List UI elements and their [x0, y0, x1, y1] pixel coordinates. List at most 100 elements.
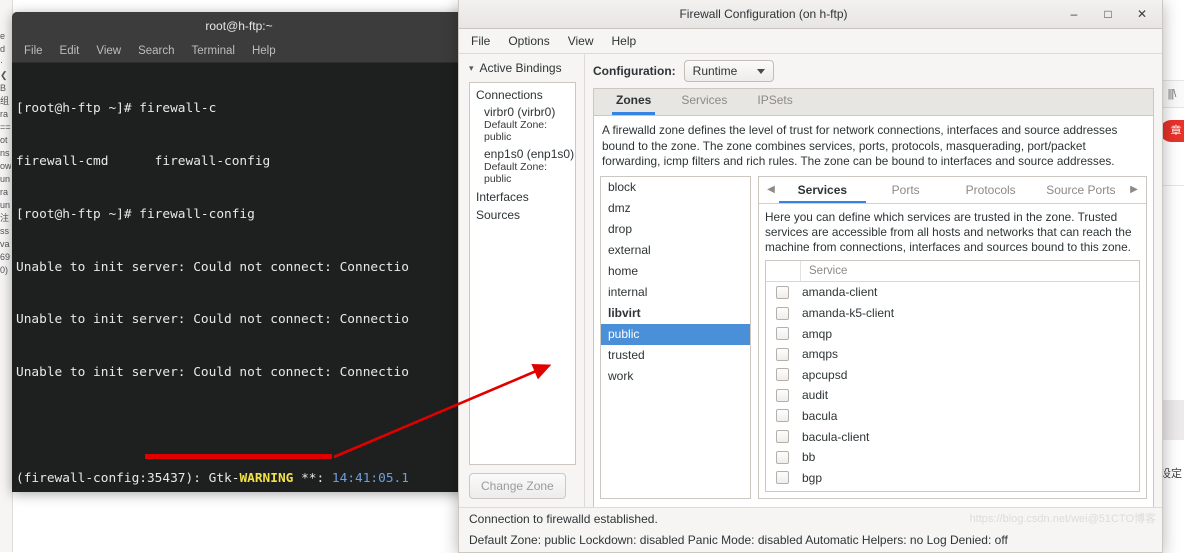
watermark: https://blog.csdn.net/wei@51CTO博客: [969, 513, 1156, 525]
service-row[interactable]: bacula: [766, 406, 1139, 427]
service-name: bacula: [802, 408, 838, 423]
service-row[interactable]: amanda-client: [766, 282, 1139, 303]
service-checkbox[interactable]: [776, 285, 789, 299]
zone-list-item[interactable]: home: [601, 261, 750, 282]
services-table[interactable]: Service amanda-client amanda-k5-client amq…: [765, 260, 1140, 492]
service-checkbox[interactable]: [776, 347, 789, 361]
tree-connection-name[interactable]: virbr0 (virbr0): [470, 104, 575, 119]
firewall-titlebar: Firewall Configuration (on h-ftp) – □ ✕: [459, 0, 1162, 29]
firewall-configuration-window[interactable]: Firewall Configuration (on h-ftp) – □ ✕ …: [458, 0, 1163, 553]
close-icon[interactable]: ✕: [1136, 7, 1148, 21]
zone-list-item[interactable]: internal: [601, 282, 750, 303]
terminal-output[interactable]: [root@h-ftp ~]# firewall-c firewall-cmd …: [12, 63, 466, 492]
terminal-menu-terminal[interactable]: Terminal: [192, 45, 235, 57]
terminal-menubar[interactable]: File Edit View Search Terminal Help: [12, 40, 466, 63]
sub-tabs[interactable]: Services Ports Protocols Source Ports: [779, 177, 1126, 203]
terminal-title: root@h-ftp:~: [205, 19, 273, 33]
terminal-line: Unable to init server: Could not connect…: [16, 365, 409, 381]
bindings-tree[interactable]: Connections virbr0 (virbr0) Default Zone…: [469, 82, 576, 465]
service-row[interactable]: bb: [766, 447, 1139, 468]
menu-view[interactable]: View: [568, 34, 594, 48]
background-text-fragment: B: [0, 83, 7, 93]
service-row[interactable]: amqps: [766, 344, 1139, 365]
tab-ipsets[interactable]: IPSets: [753, 89, 796, 115]
firewall-menubar[interactable]: File Options View Help: [459, 29, 1162, 54]
zone-list-item[interactable]: work: [601, 366, 750, 387]
service-checkbox[interactable]: [776, 306, 789, 320]
terminal-menu-help[interactable]: Help: [252, 45, 276, 57]
service-row[interactable]: apcupsd: [766, 364, 1139, 385]
zone-list-item[interactable]: block: [601, 177, 750, 198]
background-text-fragment: 69: [0, 252, 11, 262]
service-row[interactable]: amqp: [766, 323, 1139, 344]
subtab-ports[interactable]: Ports: [866, 177, 946, 203]
service-checkbox[interactable]: [776, 388, 789, 402]
zone-detail-notebook: ◀ Services Ports Protocols Source Ports …: [758, 175, 1147, 499]
active-bindings-toggle[interactable]: ▾ Active Bindings: [459, 54, 584, 82]
zone-list[interactable]: block dmz drop external home internal libvirt p…: [600, 175, 751, 499]
terminal-line: Unable to init server: Could not connect…: [16, 312, 409, 328]
service-row[interactable]: audit: [766, 385, 1139, 406]
background-text-fragment: 0): [0, 265, 9, 275]
service-checkbox[interactable]: [776, 430, 789, 444]
background-text-fragment: ow: [0, 161, 11, 171]
terminal-menu-view[interactable]: View: [96, 45, 121, 57]
main-tab-bar[interactable]: Zones Services IPSets: [594, 89, 1153, 116]
service-row[interactable]: bgp: [766, 467, 1139, 488]
firewall-statusbar: Connection to firewalld established. Def…: [459, 507, 1162, 552]
zone-list-item[interactable]: dmz: [601, 198, 750, 219]
window-controls[interactable]: – □ ✕: [1068, 7, 1162, 21]
menu-help[interactable]: Help: [612, 34, 637, 48]
subtab-protocols[interactable]: Protocols: [946, 177, 1036, 203]
services-rows[interactable]: amanda-client amanda-k5-client amqp amqps ap…: [766, 282, 1139, 491]
zone-list-item[interactable]: drop: [601, 219, 750, 240]
background-text-fragment: un: [0, 174, 11, 184]
background-text-fragment: ra: [0, 187, 9, 197]
minimize-icon[interactable]: –: [1068, 7, 1080, 21]
menu-file[interactable]: File: [471, 34, 490, 48]
scroll-right-icon[interactable]: ▶: [1126, 184, 1142, 195]
terminal-window[interactable]: root@h-ftp:~ File Edit View Search Termi…: [12, 12, 466, 492]
terminal-menu-file[interactable]: File: [24, 45, 43, 57]
maximize-icon[interactable]: □: [1102, 7, 1114, 21]
change-zone-row: Change Zone: [459, 465, 584, 507]
service-checkbox[interactable]: [776, 327, 789, 341]
service-row[interactable]: bacula-client: [766, 426, 1139, 447]
services-table-header: Service: [766, 261, 1139, 283]
firewall-main-area: ▾ Active Bindings Connections virbr0 (vi…: [459, 54, 1162, 507]
sub-tab-bar[interactable]: ◀ Services Ports Protocols Source Ports …: [759, 176, 1146, 204]
firewall-window-title: Firewall Configuration (on h-ftp): [679, 7, 848, 21]
warning-prefix: (firewall-config:35437): Gtk-: [16, 470, 240, 486]
background-text-fragment: ns: [0, 148, 10, 158]
tab-services[interactable]: Services: [677, 89, 731, 115]
warning-mid: **:: [293, 470, 332, 486]
tree-connection-name[interactable]: enp1s0 (enp1s0): [470, 146, 575, 161]
scroll-left-icon[interactable]: ◀: [763, 184, 779, 195]
tree-node-interfaces[interactable]: Interfaces: [470, 188, 575, 206]
service-checkbox[interactable]: [776, 409, 789, 423]
zone-list-item[interactable]: trusted: [601, 345, 750, 366]
change-zone-button[interactable]: Change Zone: [469, 473, 566, 499]
menu-options[interactable]: Options: [508, 34, 549, 48]
service-name: bgp: [802, 470, 823, 485]
terminal-menu-edit[interactable]: Edit: [60, 45, 80, 57]
terminal-menu-search[interactable]: Search: [138, 45, 174, 57]
background-text-fragment: ==: [0, 122, 11, 132]
tab-zones[interactable]: Zones: [612, 89, 656, 115]
tree-node-connections[interactable]: Connections: [470, 86, 575, 104]
service-row[interactable]: amanda-k5-client: [766, 303, 1139, 324]
chevron-down-icon: [757, 68, 766, 74]
zone-list-item[interactable]: public: [601, 323, 750, 345]
zone-list-item[interactable]: external: [601, 240, 750, 261]
service-checkbox[interactable]: [776, 471, 789, 485]
tree-node-sources[interactable]: Sources: [470, 206, 575, 224]
zone-list-item[interactable]: libvirt: [601, 303, 750, 324]
subtab-services[interactable]: Services: [779, 177, 866, 203]
service-checkbox[interactable]: [776, 450, 789, 464]
warning-keyword: WARNING: [239, 470, 294, 486]
subtab-source-ports[interactable]: Source Ports: [1036, 177, 1126, 203]
configuration-select[interactable]: Runtime: [683, 60, 775, 82]
service-checkbox[interactable]: [776, 368, 789, 382]
zone-area: block dmz drop external home internal libvirt p…: [594, 175, 1153, 508]
